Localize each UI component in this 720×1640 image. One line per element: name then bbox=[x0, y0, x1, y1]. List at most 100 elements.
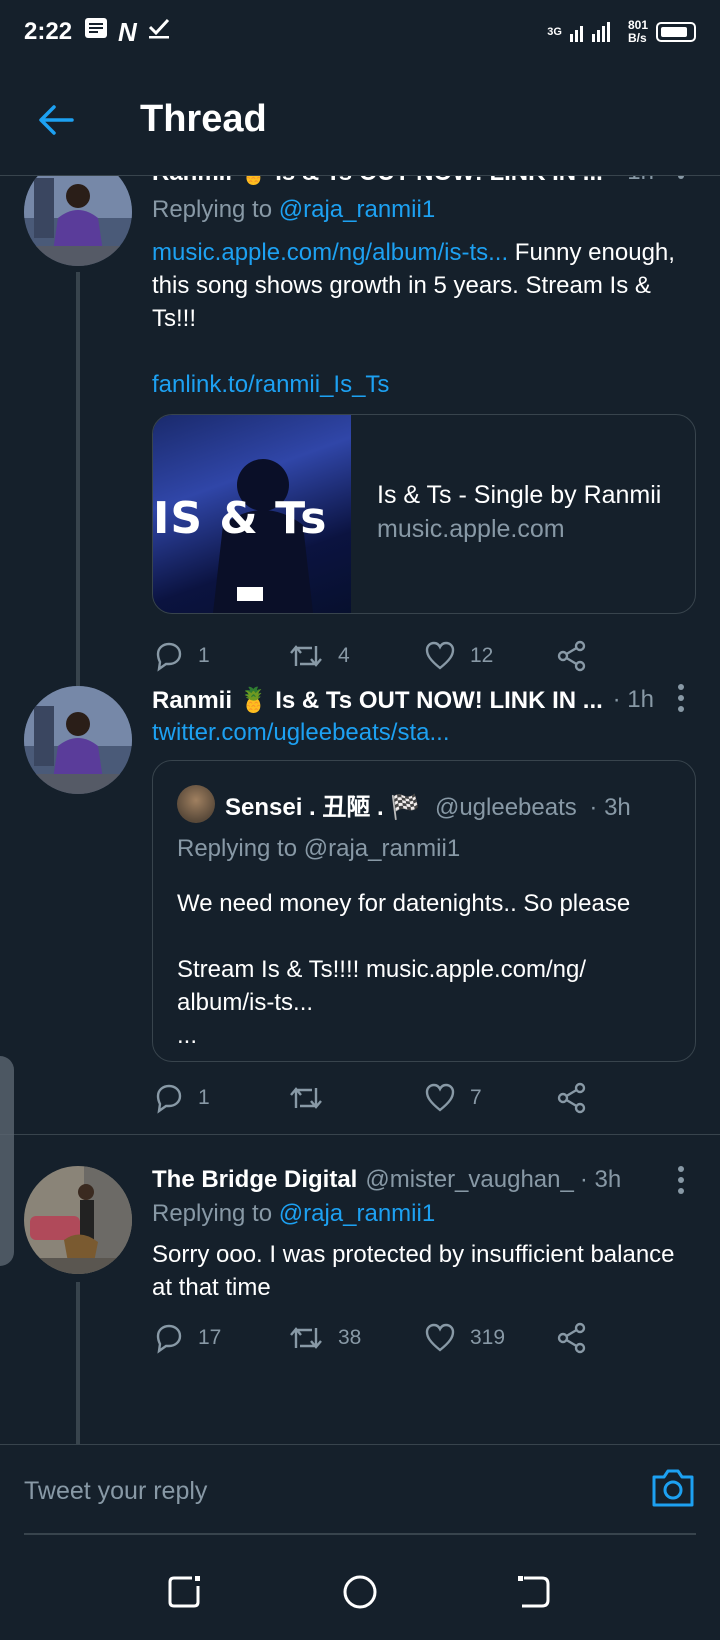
reply-count: 17 bbox=[198, 1326, 222, 1349]
share-icon bbox=[557, 640, 586, 672]
more-icon[interactable] bbox=[678, 1166, 686, 1194]
like-button[interactable]: 7 bbox=[424, 1082, 482, 1114]
page-title: Thread bbox=[140, 98, 267, 140]
status-bar: 2:22 N 3G 801 B/s bbox=[0, 0, 720, 64]
body-link[interactable]: music.apple.com/ng/album/is-ts... bbox=[152, 239, 508, 266]
author-name[interactable]: Ranmii 🍍 Is & Ts OUT NOW! LINK IN ... bbox=[152, 686, 603, 715]
reply-icon bbox=[156, 1324, 182, 1354]
retweet-count: 38 bbox=[338, 1326, 362, 1349]
like-count: 319 bbox=[470, 1326, 506, 1349]
author-name[interactable]: The Bridge Digital bbox=[152, 1166, 357, 1194]
like-count: 12 bbox=[470, 644, 494, 667]
thread-line bbox=[76, 272, 80, 704]
like-icon bbox=[425, 641, 455, 670]
tweet-header: The Bridge Digital @mister_vaughan_ · 3h bbox=[152, 1160, 690, 1200]
like-button[interactable]: 319 bbox=[424, 1322, 505, 1354]
replying-handle-link[interactable]: @raja_ranmii1 bbox=[279, 196, 435, 223]
reply-input[interactable]: Tweet your reply bbox=[24, 1477, 207, 1506]
album-art-text: IS & Ts bbox=[153, 493, 328, 544]
retweet-button[interactable] bbox=[288, 1082, 338, 1114]
tweet[interactable]: Ranmii 🍍 Is & Ts OUT NOW! LINK IN ... · … bbox=[0, 176, 720, 704]
retweet-icon bbox=[290, 1327, 322, 1349]
home-button[interactable] bbox=[338, 1570, 382, 1614]
quoted-line-3: ... bbox=[177, 1022, 198, 1049]
card-domain: music.apple.com bbox=[377, 515, 565, 543]
more-icon[interactable] bbox=[678, 176, 686, 179]
replying-prefix: Replying to bbox=[152, 1200, 279, 1227]
link-card[interactable]: IS & Ts Is & Ts - Single by Ranmii music… bbox=[152, 414, 696, 614]
avatar[interactable] bbox=[24, 176, 132, 266]
tweet[interactable]: The Bridge Digital @mister_vaughan_ · 3h… bbox=[0, 1160, 720, 1444]
more-icon[interactable] bbox=[678, 684, 686, 712]
composer-underline bbox=[24, 1533, 696, 1535]
author-name[interactable]: Ranmii 🍍 Is & Ts OUT NOW! LINK IN ... bbox=[152, 176, 603, 187]
retweet-button[interactable]: 38 bbox=[288, 1322, 361, 1354]
status-right-icons: 3G 801 B/s bbox=[547, 19, 696, 45]
edge-panel-handle[interactable] bbox=[0, 1056, 14, 1266]
like-count: 7 bbox=[470, 1086, 482, 1109]
camera-button[interactable] bbox=[650, 1467, 696, 1509]
like-icon bbox=[425, 1323, 455, 1352]
thread-feed[interactable]: Ranmii 🍍 Is & Ts OUT NOW! LINK IN ... · … bbox=[0, 176, 720, 1444]
tweet-time: · 1h bbox=[612, 686, 654, 713]
tweet-header: Ranmii 🍍 Is & Ts OUT NOW! LINK IN ... · … bbox=[152, 176, 690, 192]
thread-header: Thread bbox=[0, 64, 720, 176]
fanlink-link[interactable]: fanlink.to/ranmii_Is_Ts bbox=[152, 371, 389, 398]
quoted-tweet[interactable]: Sensei . 丑陋 . 🏁 @ugleebeats · 3h Replyin… bbox=[152, 760, 696, 1062]
tweet-header: Ranmii 🍍 Is & Ts OUT NOW! LINK IN ... · … bbox=[152, 680, 690, 720]
back-nav-button[interactable] bbox=[512, 1570, 556, 1614]
tweet-body-link2: fanlink.to/ranmii_Is_Ts bbox=[152, 368, 692, 401]
net-speed-unit: B/s bbox=[627, 31, 647, 45]
tweet-time: · 1h bbox=[613, 176, 654, 186]
quoted-line-1: We need money for datenights.. So please bbox=[177, 890, 631, 917]
reply-count: 1 bbox=[198, 1086, 210, 1109]
share-icon bbox=[557, 1082, 586, 1114]
recents-button[interactable] bbox=[162, 1570, 206, 1614]
camera-icon bbox=[652, 1469, 694, 1507]
tweet-body: music.apple.com/ng/album/is-ts... Funny … bbox=[152, 236, 692, 335]
back-button[interactable] bbox=[24, 88, 88, 152]
avatar[interactable] bbox=[24, 1166, 132, 1274]
tweet-actions: 17 38 319 bbox=[152, 1322, 632, 1362]
app-n-icon: N bbox=[118, 16, 137, 47]
tweet[interactable]: Ranmii 🍍 Is & Ts OUT NOW! LINK IN ... · … bbox=[0, 676, 720, 1136]
reply-button[interactable]: 17 bbox=[152, 1322, 221, 1354]
replying-to: Replying to @raja_ranmii1 bbox=[152, 196, 435, 224]
tweet-divider bbox=[0, 1134, 720, 1135]
share-button[interactable] bbox=[556, 640, 588, 672]
reply-button[interactable]: 1 bbox=[152, 640, 210, 672]
retweet-count: 4 bbox=[338, 644, 350, 667]
recents-icon bbox=[168, 1576, 200, 1608]
tweet-actions: 1 7 bbox=[152, 1082, 632, 1122]
share-icon bbox=[557, 1322, 586, 1354]
replying-handle-link[interactable]: @raja_ranmii1 bbox=[279, 1200, 435, 1227]
reply-composer: Tweet your reply bbox=[0, 1444, 720, 1544]
net-speed: 801 B/s bbox=[628, 19, 648, 45]
avatar[interactable] bbox=[24, 686, 132, 794]
body-link[interactable]: twitter.com/ugleebeats/sta... bbox=[152, 719, 449, 746]
quoted-line-2: Stream Is & Ts!!!! music.apple.com/ng/ a… bbox=[177, 956, 587, 1016]
signal-icon bbox=[569, 20, 620, 45]
like-icon bbox=[425, 1083, 455, 1112]
album-art-image: IS & Ts bbox=[153, 415, 351, 613]
status-notification-icons: N bbox=[84, 17, 171, 48]
reply-button[interactable]: 1 bbox=[152, 1082, 210, 1114]
back-arrow-icon bbox=[39, 104, 74, 135]
quoted-time: · 3h bbox=[589, 794, 631, 821]
quoted-replying-to: Replying to @raja_ranmii1 bbox=[177, 835, 461, 862]
share-button[interactable] bbox=[556, 1322, 588, 1354]
share-button[interactable] bbox=[556, 1082, 588, 1114]
battery-icon bbox=[656, 22, 696, 42]
reply-icon bbox=[156, 1084, 182, 1114]
back-nav-icon bbox=[518, 1576, 550, 1608]
author-handle: @mister_vaughan_ bbox=[365, 1166, 574, 1193]
tweet-body: twitter.com/ugleebeats/sta... bbox=[152, 716, 692, 749]
body-text: Sorry ooo. I was protected by insufficie… bbox=[152, 1241, 675, 1301]
tweet-actions: 1 4 12 bbox=[152, 640, 632, 680]
retweet-button[interactable]: 4 bbox=[288, 640, 350, 672]
replying-to: Replying to @raja_ranmii1 bbox=[152, 1200, 435, 1228]
system-nav-bar bbox=[0, 1544, 720, 1640]
check-icon bbox=[147, 17, 171, 48]
like-button[interactable]: 12 bbox=[424, 640, 493, 672]
reply-icon bbox=[156, 642, 182, 672]
